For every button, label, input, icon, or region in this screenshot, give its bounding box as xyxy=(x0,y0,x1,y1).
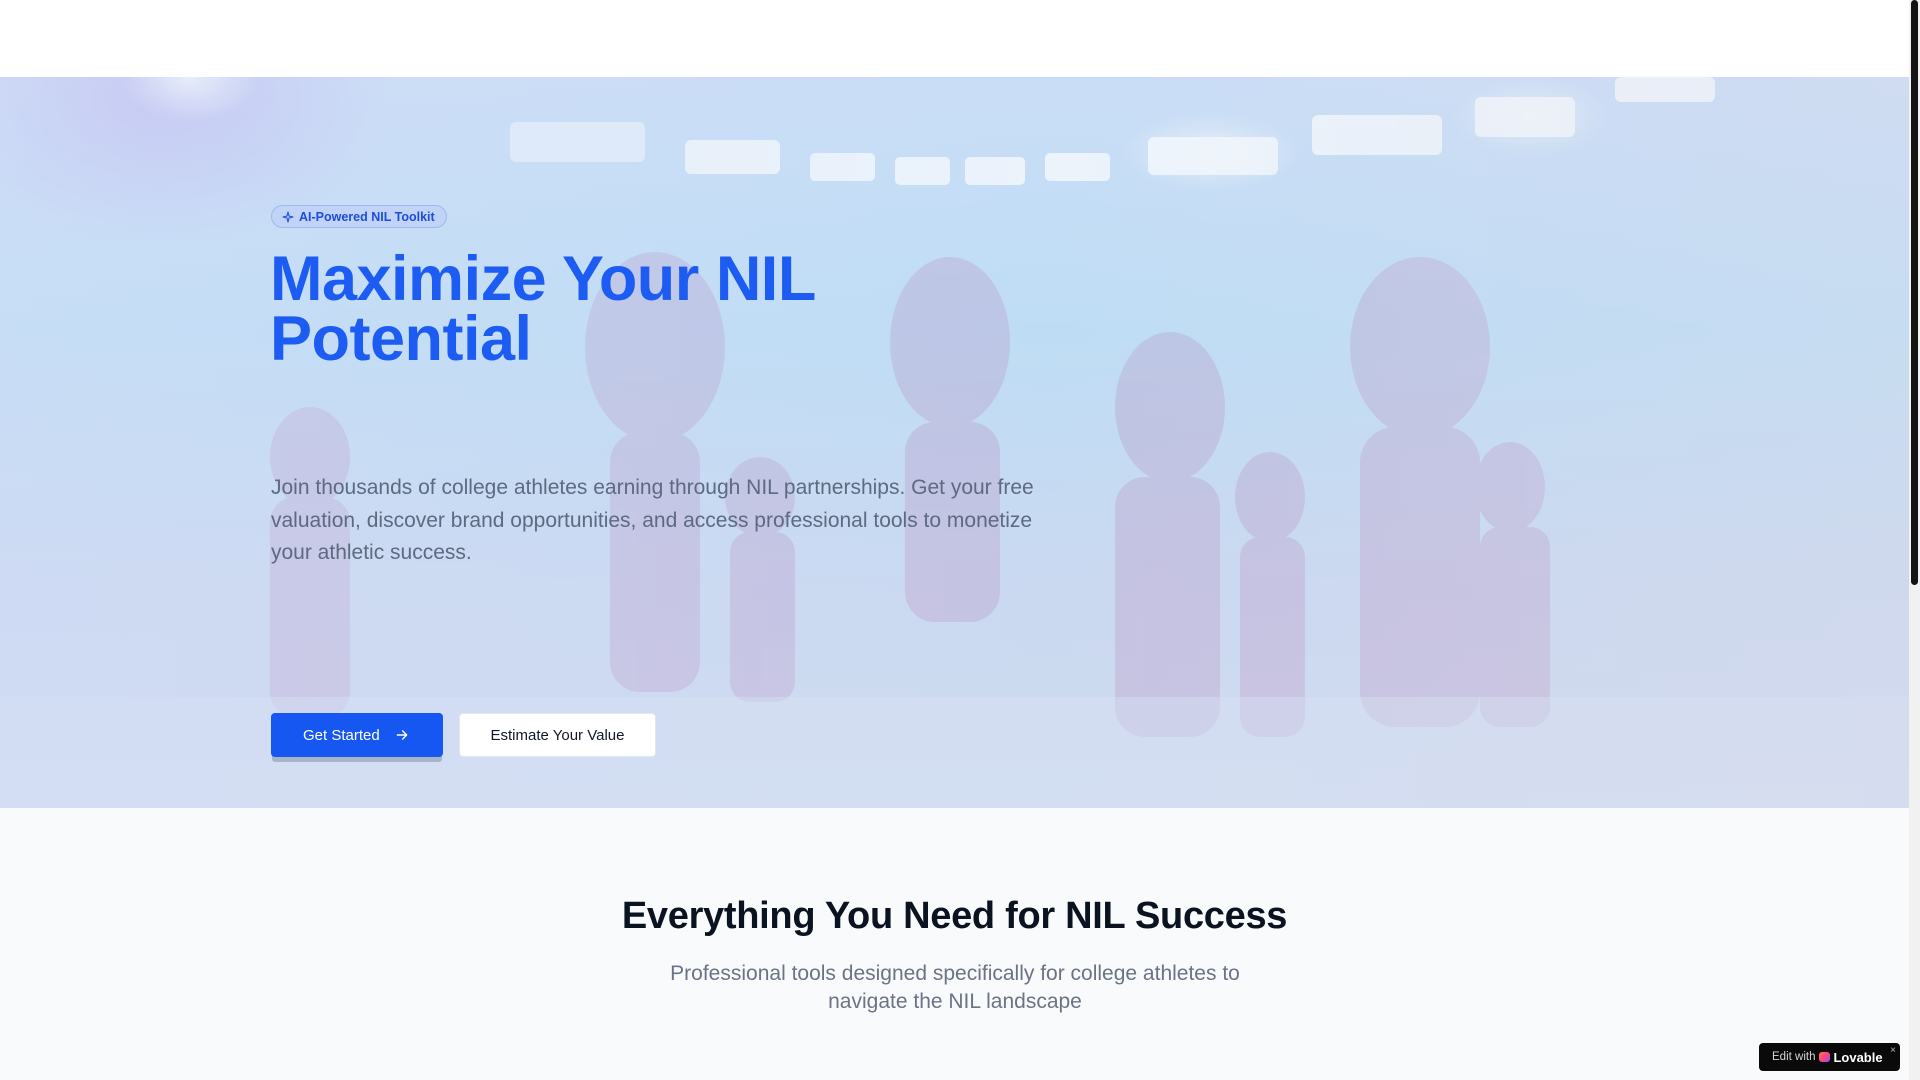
hero-overlay xyxy=(0,77,1909,808)
edit-with-lovable-badge[interactable]: Edit with Lovable × xyxy=(1759,1043,1900,1071)
estimate-value-button[interactable]: Estimate Your Value xyxy=(459,713,656,757)
hero-section: AI-Powered NIL Toolkit Maximize Your NIL… xyxy=(0,77,1909,808)
hero-title: Maximize Your NIL Potential xyxy=(270,244,815,374)
lovable-brand-label: Lovable xyxy=(1833,1049,1883,1065)
badge-label: AI-Powered NIL Toolkit xyxy=(299,209,435,224)
arrow-right-icon xyxy=(396,730,408,740)
features-title: Everything You Need for NIL Success xyxy=(621,895,1288,937)
lovable-prefix: Edit with xyxy=(1772,1051,1816,1063)
lovable-brand: Lovable xyxy=(1819,1049,1883,1065)
features-subtitle: Professional tools designed specifically… xyxy=(670,962,1240,1013)
scrollbar-thumb[interactable] xyxy=(1911,0,1918,585)
estimate-value-label: Estimate Your Value xyxy=(490,726,625,744)
top-navigation-bar xyxy=(0,0,1909,77)
hero-subtitle: Join thousands of college athletes earni… xyxy=(271,476,1034,564)
ai-toolkit-badge: AI-Powered NIL Toolkit xyxy=(271,205,447,228)
get-started-label: Get Started xyxy=(303,726,380,744)
sparkle-icon xyxy=(282,210,294,223)
get-started-button[interactable]: Get Started xyxy=(271,713,443,757)
close-icon[interactable]: × xyxy=(1890,1045,1896,1056)
lovable-heart-icon xyxy=(1819,1052,1831,1062)
